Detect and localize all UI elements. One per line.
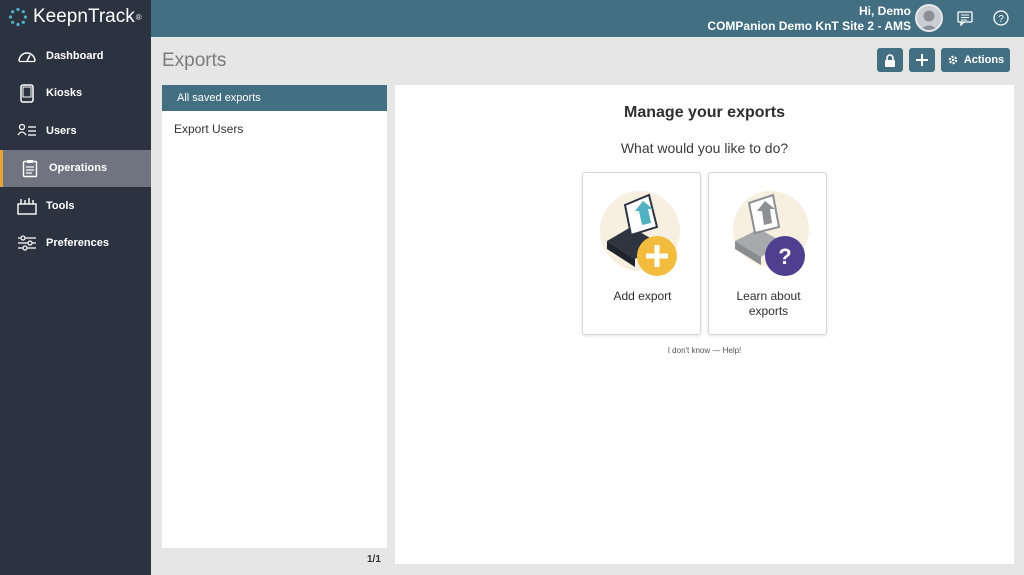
manage-title: Manage your exports <box>624 104 785 121</box>
toolbox-icon <box>17 196 37 216</box>
learn-about-exports-card[interactable]: ? Learn about exports <box>708 172 827 335</box>
sidebar-item-tools[interactable]: Tools <box>0 187 151 225</box>
sidebar-item-label: Kiosks <box>46 87 83 100</box>
users-list-icon <box>17 121 37 141</box>
tablet-icon <box>17 83 37 103</box>
user-greeting[interactable]: Hi, Demo COMPanion Demo KnT Site 2 - AMS <box>707 4 911 34</box>
list-item[interactable]: Export Users <box>162 111 387 136</box>
learn-label-line1: Learn about <box>736 289 801 303</box>
learn-about-exports-label: Learn about exports <box>709 289 828 319</box>
help-link[interactable]: I don't know — Help! <box>395 346 1014 355</box>
messages-icon[interactable] <box>957 10 973 26</box>
sidebar-item-label: Operations <box>49 162 108 175</box>
lock-icon <box>885 53 895 67</box>
main-panel: Manage your exports What would you like … <box>395 85 1014 564</box>
top-bar: Hi, Demo COMPanion Demo KnT Site 2 - AMS… <box>151 0 1024 37</box>
sidebar-item-kiosks[interactable]: Kiosks <box>0 75 151 113</box>
add-button[interactable] <box>909 48 935 72</box>
gears-icon <box>948 55 958 65</box>
logo-text: KeepnTrack <box>33 6 135 27</box>
lock-button[interactable] <box>877 48 903 72</box>
logo-registered-mark: ® <box>135 12 142 22</box>
sliders-icon <box>17 233 37 253</box>
gauge-icon <box>17 46 37 66</box>
sidebar-item-users[interactable]: Users <box>0 112 151 150</box>
add-export-label: Add export <box>613 289 672 303</box>
svg-text:?: ? <box>778 244 791 269</box>
sidebar: KeepnTrack ® Dashboard Kiosks Users Opera… <box>0 0 151 575</box>
greeting-text: Hi, Demo <box>858 4 911 18</box>
sidebar-item-label: Preferences <box>46 237 109 250</box>
sidebar-item-preferences[interactable]: Preferences <box>0 225 151 263</box>
sidebar-item-label: Dashboard <box>46 49 104 62</box>
user-silhouette-icon <box>920 10 938 30</box>
sidebar-item-dashboard[interactable]: Dashboard <box>0 37 151 75</box>
add-export-card[interactable]: Add export <box>582 172 701 335</box>
sidebar-item-label: Tools <box>46 199 75 212</box>
add-export-illustration <box>600 191 680 276</box>
avatar[interactable] <box>915 4 943 32</box>
learn-exports-illustration: ? <box>733 191 809 276</box>
actions-label: Actions <box>963 54 1005 66</box>
question-text: What would you like to do? <box>620 140 789 156</box>
svg-text:?: ? <box>998 14 1004 25</box>
learn-label-line2: exports <box>748 304 789 318</box>
clipboard-icon <box>20 158 40 178</box>
site-name: COMPanion Demo KnT Site 2 - AMS <box>707 19 911 33</box>
saved-exports-panel: All saved exports Export Users <box>162 85 387 548</box>
page-title: Exports <box>162 50 227 71</box>
logo-gear-icon <box>8 7 28 27</box>
app-logo[interactable]: KeepnTrack ® <box>8 6 142 28</box>
plus-icon <box>916 54 928 66</box>
sidebar-nav: Dashboard Kiosks Users Operations Tools <box>0 37 151 262</box>
sidebar-item-label: Users <box>46 124 77 137</box>
pager: 1/1 <box>367 554 381 565</box>
actions-button[interactable]: Actions <box>941 48 1010 72</box>
list-header[interactable]: All saved exports <box>162 85 387 111</box>
sidebar-item-operations[interactable]: Operations <box>0 149 151 187</box>
help-icon[interactable]: ? <box>993 10 1009 26</box>
